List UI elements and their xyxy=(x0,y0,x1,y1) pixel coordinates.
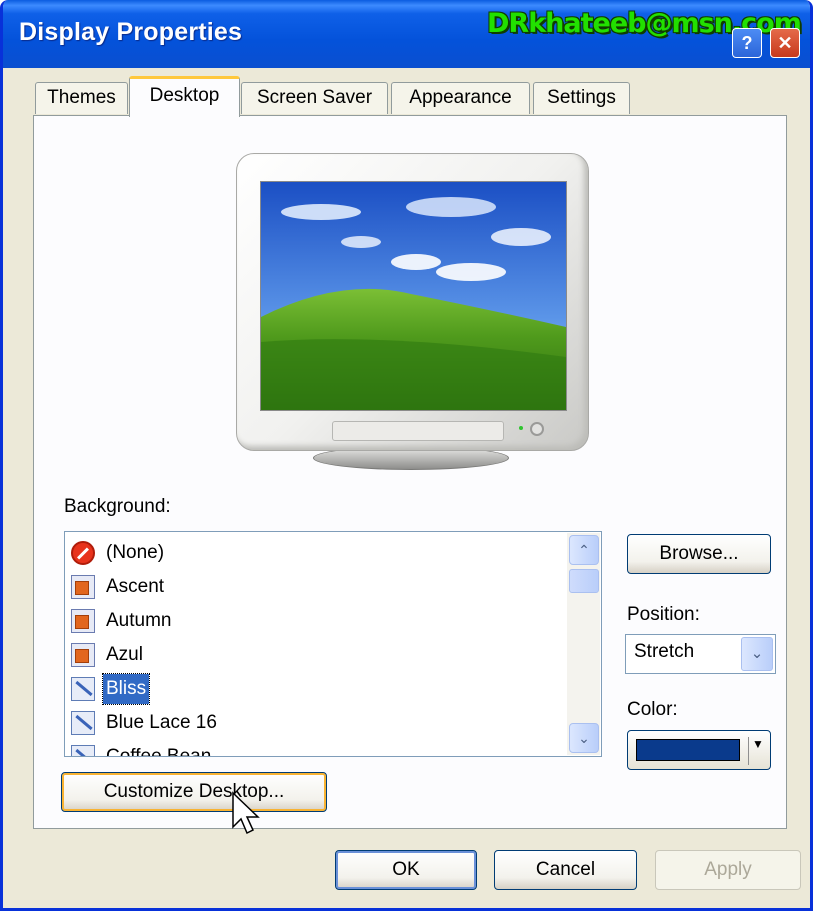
color-button-divider xyxy=(748,737,749,765)
list-item-ascent[interactable]: Ascent xyxy=(71,572,551,602)
list-item-label: Azul xyxy=(106,644,143,665)
tab-appearance[interactable]: Appearance xyxy=(391,82,530,114)
list-item-label: (None) xyxy=(106,542,165,563)
chevron-down-icon: ⌄ xyxy=(741,637,773,671)
apply-button[interactable]: Apply xyxy=(655,850,801,890)
tab-desktop[interactable]: Desktop xyxy=(129,76,240,117)
customize-desktop-button[interactable]: Customize Desktop... xyxy=(61,772,327,812)
color-label: Color: xyxy=(627,699,678,720)
dropdown-arrow-icon: ▼ xyxy=(752,737,764,751)
monitor-drive-slot xyxy=(332,421,504,441)
image-file-icon xyxy=(71,609,95,633)
wallpaper-preview xyxy=(260,181,567,411)
list-item-azul[interactable]: Azul xyxy=(71,640,551,670)
close-button[interactable]: ✕ xyxy=(770,28,800,58)
bliss-wallpaper-image xyxy=(261,182,566,410)
list-item-autumn[interactable]: Autumn xyxy=(71,606,551,636)
scroll-up-button[interactable]: ⌃ xyxy=(569,535,599,565)
bitmap-file-icon xyxy=(71,711,95,735)
background-label: Background: xyxy=(64,496,171,517)
list-item-bliss[interactable]: Bliss xyxy=(71,673,551,705)
scroll-down-button[interactable]: ⌄ xyxy=(569,723,599,753)
power-button-icon xyxy=(530,422,544,436)
title-bar[interactable]: Display Properties DRkhateeb@msn.com ? ✕ xyxy=(3,0,810,68)
position-value: Stretch xyxy=(634,641,695,662)
mouse-pointer-icon xyxy=(232,791,260,835)
list-item-none[interactable]: (None) xyxy=(71,538,551,568)
browse-button[interactable]: Browse... xyxy=(627,534,771,574)
cancel-button[interactable]: Cancel xyxy=(494,850,637,890)
background-list-scrollbar[interactable]: ⌃ ⌄ xyxy=(567,533,600,755)
monitor-preview xyxy=(236,153,589,451)
background-listbox[interactable]: (None) Ascent Autumn Azul Bliss Blue Lac… xyxy=(64,531,602,757)
chevron-up-icon: ⌃ xyxy=(578,542,590,558)
bitmap-file-icon xyxy=(71,745,95,756)
position-select[interactable]: Stretch ⌄ xyxy=(625,634,776,674)
ok-button[interactable]: OK xyxy=(335,850,477,890)
image-file-icon xyxy=(71,575,95,599)
chevron-down-icon: ⌄ xyxy=(578,730,590,746)
close-icon: ✕ xyxy=(777,33,793,53)
position-label: Position: xyxy=(627,604,700,625)
power-led-icon xyxy=(519,426,523,430)
list-item-blue-lace-16[interactable]: Blue Lace 16 xyxy=(71,708,551,738)
list-item-label: Bliss xyxy=(101,673,151,705)
image-file-icon xyxy=(71,643,95,667)
tab-screen-saver[interactable]: Screen Saver xyxy=(241,82,388,114)
list-item-label: Blue Lace 16 xyxy=(106,712,217,733)
tab-themes[interactable]: Themes xyxy=(35,82,128,114)
help-icon: ? xyxy=(741,33,753,53)
list-item-coffee-bean[interactable]: Coffee Bean xyxy=(71,742,551,757)
list-item-label: Autumn xyxy=(106,610,172,631)
tab-settings[interactable]: Settings xyxy=(533,82,630,114)
bitmap-file-icon xyxy=(71,677,95,701)
list-item-label: Coffee Bean xyxy=(106,746,212,757)
color-picker-button[interactable]: ▼ xyxy=(627,730,771,770)
color-swatch xyxy=(636,739,740,761)
window-title: Display Properties xyxy=(19,18,243,46)
display-properties-window: Display Properties DRkhateeb@msn.com ? ✕… xyxy=(0,0,813,911)
no-entry-icon xyxy=(71,541,95,565)
list-item-label: Ascent xyxy=(106,576,165,597)
help-button[interactable]: ? xyxy=(732,28,762,58)
scroll-thumb[interactable] xyxy=(569,569,599,593)
